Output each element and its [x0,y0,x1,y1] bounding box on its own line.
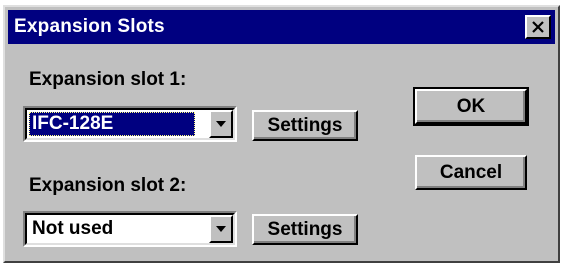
slot-1-settings-button[interactable]: Settings [252,110,358,141]
slot-2-settings-label: Settings [267,218,343,240]
expansion-slots-dialog: Expansion Slots Expansion slot 1: IFC-12… [3,5,560,263]
ok-button-label: OK [456,95,486,117]
expansion-slot-2-label: Expansion slot 2: [29,175,187,196]
expansion-slot-1-dropdown-button[interactable] [209,110,233,138]
ok-button[interactable]: OK [413,87,529,126]
close-icon [532,21,544,33]
expansion-slot-2-select[interactable]: Not used [23,211,237,247]
expansion-slot-1-value: IFC-128E [29,112,195,136]
slot-2-settings-button[interactable]: Settings [252,214,358,245]
expansion-slot-2-dropdown-button[interactable] [209,215,233,243]
expansion-slot-1-label: Expansion slot 1: [29,69,187,90]
expansion-slot-1-select[interactable]: IFC-128E [23,106,237,142]
chevron-down-icon [216,121,226,127]
chevron-down-icon [216,226,226,232]
slot-1-settings-label: Settings [267,114,343,136]
close-button[interactable] [525,15,551,39]
window-title: Expansion Slots [14,16,165,37]
expansion-slot-2-value: Not used [32,218,114,239]
title-bar: Expansion Slots [8,10,555,44]
cancel-button[interactable]: Cancel [415,155,527,190]
cancel-button-label: Cancel [439,161,503,183]
